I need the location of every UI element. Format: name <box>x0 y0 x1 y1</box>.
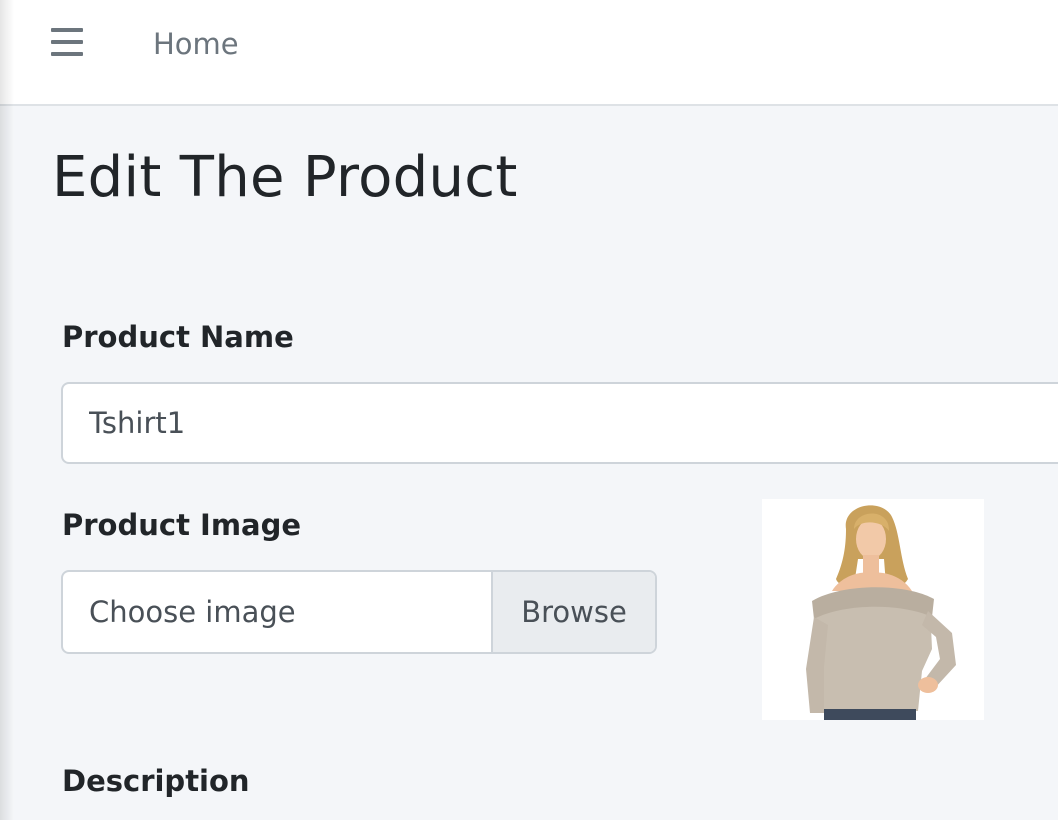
product-image-file-input[interactable]: Choose image Browse <box>61 570 657 654</box>
sidebar-shadow <box>0 0 14 820</box>
page-title: Edit The Product <box>52 145 518 210</box>
description-label: Description <box>62 764 250 798</box>
product-image-label: Product Image <box>62 508 302 542</box>
product-name-label: Product Name <box>62 320 294 354</box>
file-input-placeholder: Choose image <box>89 595 296 629</box>
browse-button[interactable]: Browse <box>491 572 655 652</box>
product-image-preview <box>762 499 984 720</box>
product-name-input[interactable] <box>61 382 1058 464</box>
nav-link-home[interactable]: Home <box>153 26 239 62</box>
page: Home Edit The Product Product Name Produ… <box>0 0 1058 820</box>
top-navbar: Home <box>0 0 1058 106</box>
woman-sweater-photo-icon <box>762 499 984 720</box>
hamburger-menu-icon[interactable] <box>51 28 85 58</box>
